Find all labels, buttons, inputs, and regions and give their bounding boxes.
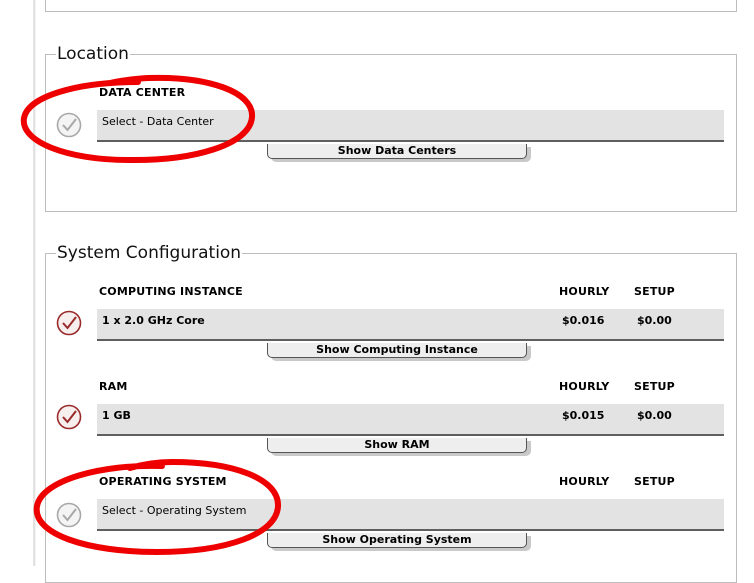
location-legend: Location bbox=[57, 44, 129, 64]
operating-system-check-icon bbox=[56, 502, 82, 528]
operating-system-value: Select - Operating System bbox=[102, 504, 247, 517]
data-center-check-icon bbox=[56, 112, 82, 138]
ram-hourly: $0.015 bbox=[562, 409, 605, 422]
ram-value: 1 GB bbox=[102, 409, 131, 422]
computing-hourly-header: HOURLY bbox=[559, 285, 610, 298]
previous-section-box bbox=[45, 0, 737, 12]
computing-setup-header: SETUP bbox=[634, 285, 675, 298]
ram-setup-header: SETUP bbox=[634, 380, 675, 393]
computing-instance-check-icon bbox=[56, 310, 82, 336]
ram-check-icon bbox=[56, 404, 82, 430]
show-operating-system-button[interactable]: Show Operating System bbox=[267, 533, 527, 548]
system-configuration-legend: System Configuration bbox=[57, 243, 242, 263]
os-hourly-header: HOURLY bbox=[559, 475, 610, 488]
operating-system-label: OPERATING SYSTEM bbox=[99, 475, 227, 488]
computing-instance-hourly: $0.016 bbox=[562, 314, 605, 327]
show-ram-button[interactable]: Show RAM bbox=[267, 438, 527, 453]
data-center-label: DATA CENTER bbox=[99, 86, 186, 99]
ram-hourly-header: HOURLY bbox=[559, 380, 610, 393]
show-data-centers-button[interactable]: Show Data Centers bbox=[267, 144, 527, 159]
ram-setup: $0.00 bbox=[637, 409, 672, 422]
show-computing-instance-button[interactable]: Show Computing Instance bbox=[267, 343, 527, 358]
page-left-rule-shadow bbox=[35, 0, 36, 566]
ram-label: RAM bbox=[99, 380, 128, 393]
ram-bar[interactable] bbox=[97, 404, 724, 436]
os-setup-header: SETUP bbox=[634, 475, 675, 488]
computing-instance-setup: $0.00 bbox=[637, 314, 672, 327]
data-center-value: Select - Data Center bbox=[102, 115, 214, 128]
computing-instance-value: 1 x 2.0 GHz Core bbox=[102, 314, 205, 327]
computing-instance-label: COMPUTING INSTANCE bbox=[99, 285, 243, 298]
